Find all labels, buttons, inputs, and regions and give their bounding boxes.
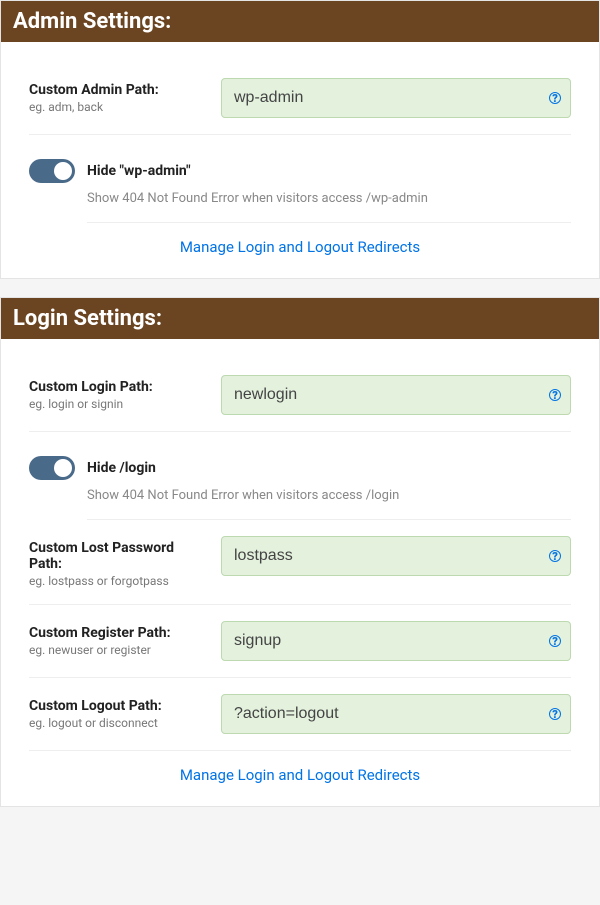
hide-wp-admin-toggle-label: Hide "wp-admin" xyxy=(87,163,191,179)
admin-settings-panel: Admin Settings: Custom Admin Path: eg. a… xyxy=(0,0,600,279)
custom-login-path-input-col: ? xyxy=(221,375,571,415)
help-icon[interactable]: ? xyxy=(549,550,561,562)
custom-login-path-hint: eg. login or signin xyxy=(29,397,209,411)
help-icon[interactable]: ? xyxy=(549,92,561,104)
custom-lost-password-row: Custom Lost Password Path: eg. lostpass … xyxy=(29,520,571,605)
custom-register-row: Custom Register Path: eg. newuser or reg… xyxy=(29,605,571,678)
custom-admin-path-input[interactable] xyxy=(221,78,571,118)
custom-login-path-row: Custom Login Path: eg. login or signin ? xyxy=(29,363,571,432)
custom-lost-password-input[interactable] xyxy=(221,536,571,576)
help-icon[interactable]: ? xyxy=(549,635,561,647)
custom-logout-input-col: ? xyxy=(221,694,571,734)
hide-wp-admin-toggle-row: Hide "wp-admin" xyxy=(29,143,571,187)
custom-register-input[interactable] xyxy=(221,621,571,661)
hide-login-toggle-label: Hide /login xyxy=(87,460,156,476)
hide-login-toggle[interactable] xyxy=(29,456,75,480)
custom-login-path-label-col: Custom Login Path: eg. login or signin xyxy=(29,375,209,411)
custom-login-path-label: Custom Login Path: xyxy=(29,379,209,395)
admin-settings-body: Custom Admin Path: eg. adm, back ? Hide … xyxy=(1,42,599,278)
custom-register-input-col: ? xyxy=(221,621,571,661)
custom-admin-path-row: Custom Admin Path: eg. adm, back ? xyxy=(29,66,571,135)
hide-wp-admin-section: Hide "wp-admin" Show 404 Not Found Error… xyxy=(29,135,571,223)
custom-logout-label: Custom Logout Path: xyxy=(29,698,209,714)
login-settings-panel: Login Settings: Custom Login Path: eg. l… xyxy=(0,297,600,807)
custom-admin-path-label: Custom Admin Path: xyxy=(29,82,209,98)
custom-login-path-input[interactable] xyxy=(221,375,571,415)
custom-lost-password-label-col: Custom Lost Password Path: eg. lostpass … xyxy=(29,536,209,588)
hide-wp-admin-toggle-desc: Show 404 Not Found Error when visitors a… xyxy=(87,191,571,223)
login-settings-body: Custom Login Path: eg. login or signin ?… xyxy=(1,339,599,806)
toggle-knob-icon xyxy=(54,162,72,180)
custom-register-label: Custom Register Path: xyxy=(29,625,209,641)
hide-login-toggle-desc: Show 404 Not Found Error when visitors a… xyxy=(87,488,571,520)
hide-wp-admin-toggle[interactable] xyxy=(29,159,75,183)
help-icon[interactable]: ? xyxy=(549,708,561,720)
custom-admin-path-input-col: ? xyxy=(221,78,571,118)
custom-logout-hint: eg. logout or disconnect xyxy=(29,716,209,730)
login-settings-header: Login Settings: xyxy=(1,298,599,339)
custom-register-label-col: Custom Register Path: eg. newuser or reg… xyxy=(29,621,209,657)
help-icon[interactable]: ? xyxy=(549,389,561,401)
custom-lost-password-hint: eg. lostpass or forgotpass xyxy=(29,574,209,588)
admin-link-row: Manage Login and Logout Redirects xyxy=(29,223,571,262)
hide-login-section: Hide /login Show 404 Not Found Error whe… xyxy=(29,432,571,520)
login-link-row: Manage Login and Logout Redirects xyxy=(29,751,571,790)
manage-redirects-link[interactable]: Manage Login and Logout Redirects xyxy=(180,238,420,256)
custom-logout-row: Custom Logout Path: eg. logout or discon… xyxy=(29,678,571,751)
hide-login-toggle-row: Hide /login xyxy=(29,440,571,484)
custom-lost-password-input-col: ? xyxy=(221,536,571,576)
manage-redirects-link[interactable]: Manage Login and Logout Redirects xyxy=(180,766,420,784)
custom-logout-input[interactable] xyxy=(221,694,571,734)
custom-lost-password-label: Custom Lost Password Path: xyxy=(29,540,209,572)
custom-logout-label-col: Custom Logout Path: eg. logout or discon… xyxy=(29,694,209,730)
admin-settings-header: Admin Settings: xyxy=(1,1,599,42)
custom-admin-path-hint: eg. adm, back xyxy=(29,100,209,114)
custom-admin-path-label-col: Custom Admin Path: eg. adm, back xyxy=(29,78,209,114)
custom-register-hint: eg. newuser or register xyxy=(29,643,209,657)
toggle-knob-icon xyxy=(54,459,72,477)
